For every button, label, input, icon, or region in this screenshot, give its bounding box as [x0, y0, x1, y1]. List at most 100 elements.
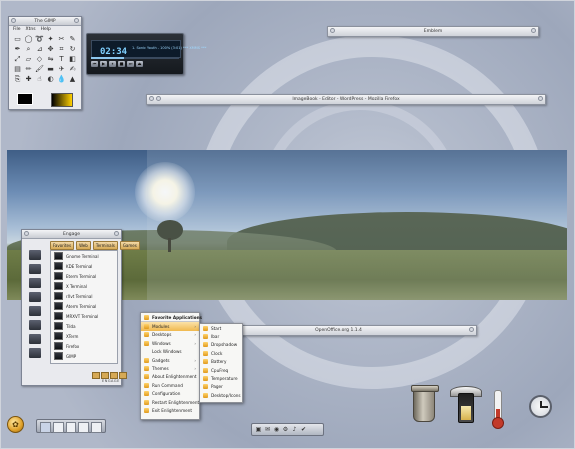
airbrush-icon[interactable]: ✈	[57, 65, 66, 73]
globe-icon[interactable]	[29, 334, 41, 344]
lasso-icon[interactable]: ➰	[35, 35, 44, 43]
terminal-icon[interactable]: ▣	[255, 426, 262, 434]
maximize-icon[interactable]	[531, 28, 536, 33]
tab-games[interactable]: Games	[119, 241, 140, 250]
module-start[interactable]: Start	[200, 324, 242, 332]
terminal-icon[interactable]	[29, 278, 41, 288]
thermometer-gauge[interactable]	[492, 390, 504, 429]
list-item[interactable]: KDE Terminal	[51, 261, 117, 271]
launcher-titlebar[interactable]: Engage	[22, 230, 121, 239]
list-item[interactable]: X Terminal	[51, 281, 117, 291]
shear-icon[interactable]: ▱	[24, 55, 33, 63]
terminal-icon[interactable]	[29, 292, 41, 302]
flip-icon[interactable]: ⇋	[46, 55, 55, 63]
play-button[interactable]: ▶	[100, 61, 107, 67]
sharpen-icon[interactable]: ▲	[68, 75, 77, 83]
wand-icon[interactable]: ✦	[46, 35, 55, 43]
list-item[interactable]: MRXVT Terminal	[51, 311, 117, 321]
menu-item-modules[interactable]: Modules ›	[141, 322, 199, 331]
terminal-icon[interactable]	[29, 250, 41, 260]
menu-item-windows[interactable]: Windows ›	[141, 339, 199, 347]
button-d[interactable]	[119, 372, 127, 379]
menu-help[interactable]: Help	[41, 27, 51, 32]
menu-item-configuration[interactable]: Configuration	[141, 390, 199, 398]
button-b[interactable]	[101, 372, 109, 379]
pager-desktop-1[interactable]	[40, 422, 51, 433]
close-icon[interactable]	[330, 28, 335, 33]
dodge-icon[interactable]: ◐	[46, 75, 55, 83]
list-item[interactable]: Aterm Terminal	[51, 301, 117, 311]
next-button[interactable]: ⏭	[127, 61, 134, 67]
gear-icon[interactable]: ⚙	[282, 426, 289, 434]
rect-select-icon[interactable]: ▭	[13, 35, 22, 43]
menu-item-desktops[interactable]: Desktops ›	[141, 331, 199, 339]
heal-icon[interactable]: ✚	[24, 75, 33, 83]
text-icon[interactable]: T	[57, 55, 66, 63]
seek-bar[interactable]	[91, 57, 179, 59]
mail-icon[interactable]	[29, 306, 41, 316]
maximize-icon[interactable]	[538, 96, 543, 101]
tab-web[interactable]: Web	[76, 241, 91, 250]
list-item[interactable]: Gnome Terminal	[51, 251, 117, 261]
list-item[interactable]: Firefox	[51, 341, 117, 351]
module-cpufreq[interactable]: CpuFreq	[200, 366, 242, 374]
mail-icon[interactable]: ✉	[264, 426, 271, 434]
window-emblem[interactable]: Emblem	[327, 26, 539, 37]
button-c[interactable]	[110, 372, 118, 379]
window-firefox[interactable]: ImageBook - Editor - WordPress - Mozilla…	[146, 94, 546, 105]
minimize-icon[interactable]	[156, 96, 161, 101]
menu-item-favorites[interactable]: Favorite Applications ›	[141, 313, 202, 323]
blur-icon[interactable]: 💧	[57, 75, 66, 83]
zoom-icon[interactable]: ⌕	[24, 45, 33, 53]
module-clock[interactable]: Clock	[200, 349, 242, 357]
terminal-icon[interactable]	[29, 264, 41, 274]
crop-icon[interactable]: ⌗	[57, 45, 66, 53]
module-dropshadow[interactable]: Dropshadow	[200, 341, 242, 349]
menu-file[interactable]: File	[13, 27, 21, 32]
list-item[interactable]: rXvt Terminal	[51, 291, 117, 301]
button-a[interactable]	[92, 372, 100, 379]
module-pager[interactable]: Pager	[200, 383, 242, 391]
module-battery[interactable]: Battery	[200, 358, 242, 366]
maximize-icon[interactable]	[114, 231, 119, 236]
menu-item-run-command[interactable]: Run Command	[141, 381, 199, 389]
list-item[interactable]: Tilda	[51, 321, 117, 331]
tab-favorites[interactable]: Favorites	[50, 241, 75, 250]
menu-item-about[interactable]: About Enlightenment	[141, 373, 199, 381]
close-icon[interactable]	[24, 231, 29, 236]
module-temperature[interactable]: Temperature	[200, 374, 242, 382]
menu-item-exit[interactable]: Exit Enlightenment	[141, 406, 199, 414]
pager-desktop-3[interactable]	[65, 422, 77, 433]
pager-desktop-4[interactable]	[78, 422, 90, 433]
start-button[interactable]: ✿	[7, 416, 24, 433]
scale-icon[interactable]: ⤢	[13, 55, 22, 63]
ellipse-select-icon[interactable]: ◯	[24, 35, 33, 43]
check-icon[interactable]: ✔	[300, 426, 307, 434]
close-icon[interactable]	[11, 18, 16, 23]
module-ibar[interactable]: Ibar	[200, 332, 242, 340]
pencil-icon[interactable]: ✏	[24, 65, 33, 73]
eyedropper-icon[interactable]: ✒	[13, 45, 22, 53]
clone-icon[interactable]: ⎘	[13, 75, 22, 83]
list-item[interactable]: XTerm	[51, 331, 117, 341]
rotate-icon[interactable]: ↻	[68, 45, 77, 53]
gimp-titlebar[interactable]: The GIMP	[9, 17, 81, 26]
menu-item-restart[interactable]: Restart Enlightenment	[141, 398, 199, 406]
scissors-icon[interactable]: ✂	[57, 35, 66, 43]
move-icon[interactable]: ✥	[46, 45, 55, 53]
tab-terminals[interactable]: Terminals	[92, 241, 118, 250]
gradient-swatch[interactable]	[51, 93, 73, 107]
pager-desktop-5[interactable]	[91, 422, 102, 433]
list-item[interactable]: Eterm Terminal	[51, 271, 117, 281]
battery-gauge[interactable]	[458, 393, 474, 423]
blend-icon[interactable]: ▤	[13, 65, 22, 73]
eject-button[interactable]: ⏏	[136, 61, 143, 67]
stop-button[interactable]: ■	[118, 61, 125, 67]
prev-button[interactable]: ⏮	[91, 61, 98, 67]
brush-icon[interactable]: 🖌	[35, 65, 44, 73]
menu-xtns[interactable]: Xtns	[26, 27, 36, 32]
module-desktop-icons[interactable]: Desktop/Icons	[200, 391, 242, 399]
ink-icon[interactable]: ✍	[68, 65, 77, 73]
pause-button[interactable]: ⏸	[109, 61, 116, 67]
pager-desktop-2[interactable]	[52, 422, 64, 433]
